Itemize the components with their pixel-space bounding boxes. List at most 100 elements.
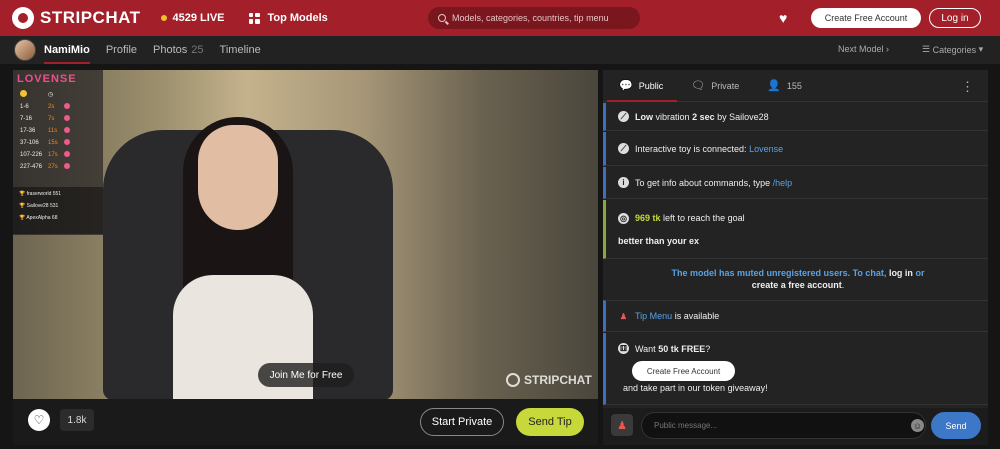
- login-button[interactable]: Log in: [929, 8, 981, 28]
- chat-message: ♟ Tip Menu is available: [603, 300, 988, 332]
- coin-icon: [20, 90, 27, 97]
- tab-private-label: Private: [711, 80, 740, 91]
- pulse-icon: [63, 163, 70, 169]
- user-icon: 👤: [767, 80, 781, 92]
- pulse-icon: [63, 151, 70, 157]
- logo-text: STRIPCHAT: [40, 8, 141, 27]
- chat-panel: 💬 Public 🗨 Private 👤 155 ⋮ ⟋ Low vibration …: [603, 70, 988, 445]
- chat-message: ⟋ Interactive toy is connected: Lovense: [603, 132, 988, 166]
- live-count[interactable]: 4529 LIVE: [160, 12, 225, 24]
- level-row: 1-6 2s: [17, 101, 79, 113]
- vibe-user[interactable]: Sailove28: [729, 112, 769, 122]
- start-private-button[interactable]: Start Private: [420, 408, 504, 436]
- lovense-title: LOVENSE: [17, 73, 77, 85]
- want-q: ?: [705, 343, 711, 354]
- help-text: To get info about commands, type: [635, 177, 771, 188]
- pulse-icon: [63, 115, 70, 121]
- favorites-heart-icon[interactable]: ♥: [779, 11, 787, 25]
- logo-icon: [12, 7, 34, 29]
- muted-end: .: [841, 280, 845, 290]
- favorite-heart-icon[interactable]: ♡: [28, 409, 50, 431]
- help-command-link[interactable]: /help: [773, 178, 793, 188]
- tip-menu-icon[interactable]: ♟: [611, 414, 633, 436]
- leader-row: 🏆 ApexAlpha 68: [19, 215, 58, 221]
- tab-profile[interactable]: Profile: [106, 36, 137, 64]
- tip-menu-icon: ♟: [619, 311, 628, 321]
- chat-input-placeholder: Public message...: [654, 421, 718, 430]
- next-model-label: Next Model: [838, 44, 884, 54]
- next-model-link[interactable]: Next Model ›: [838, 44, 889, 54]
- vibe-level: Low: [635, 111, 653, 122]
- categories-menu[interactable]: ☰ Categories ▾: [922, 44, 983, 55]
- join-for-free-button[interactable]: Join Me for Free: [258, 363, 354, 387]
- favorite-count: 1.8k: [60, 409, 94, 431]
- want-text: Want: [635, 343, 656, 354]
- watermark: STRIPCHAT: [506, 373, 592, 387]
- top-models-link[interactable]: Top Models: [248, 12, 328, 24]
- tab-private[interactable]: 🗨 Private: [691, 70, 751, 102]
- more-options-icon[interactable]: ⋮: [961, 79, 974, 95]
- toy-text: Interactive toy is connected:: [635, 143, 747, 154]
- stripchat-logo[interactable]: STRIPCHAT: [12, 7, 141, 29]
- tab-photos-label: Photos: [153, 44, 188, 56]
- leader-row: 🏆 fraserworld 551: [19, 191, 62, 197]
- tab-photos[interactable]: Photos 25: [153, 36, 204, 64]
- tip-menu-link[interactable]: Tip Menu: [635, 311, 672, 321]
- goal-tokens: 969 tk: [635, 213, 661, 223]
- goal-message: ◎ 969 tk left to reach the goal better th…: [603, 200, 988, 259]
- chat-message-input[interactable]: Public message...: [641, 412, 926, 439]
- users-count: 155: [786, 80, 802, 91]
- emoji-icon[interactable]: ☺: [911, 419, 924, 432]
- send-button[interactable]: Send: [931, 412, 981, 439]
- pulse-icon: [63, 103, 70, 109]
- goal-name: better than your ex: [618, 235, 700, 246]
- vibe-time: 2 sec: [692, 111, 715, 122]
- tab-model-name[interactable]: NamiMio: [44, 36, 90, 64]
- grid-icon: [248, 12, 260, 24]
- vibration-icon: ⟋: [618, 111, 629, 122]
- search-icon: [438, 14, 446, 22]
- create-account-button[interactable]: Create Free Account: [811, 8, 921, 28]
- vibe-by: by: [717, 111, 727, 122]
- level-row: 7-16 7s: [17, 113, 79, 125]
- lovense-link[interactable]: Lovense: [749, 144, 783, 154]
- tab-timeline[interactable]: Timeline: [220, 36, 261, 64]
- categories-label: Categories: [932, 44, 977, 55]
- photos-count: 25: [191, 44, 204, 56]
- muted-create-link[interactable]: create a free account: [752, 280, 842, 290]
- vibe-text: vibration: [655, 111, 690, 122]
- chat-input-row: ♟ Public message... ☺ Send: [603, 408, 988, 445]
- tip-menu-text: is available: [674, 311, 720, 321]
- pulse-icon: [63, 127, 70, 133]
- menu-icon: ☰: [922, 44, 933, 54]
- video-controls: ♡ 1.8k Start Private Send Tip: [13, 399, 598, 445]
- giveaway-create-account-button[interactable]: Create Free Account: [632, 361, 735, 381]
- model-avatar[interactable]: [14, 39, 36, 61]
- watermark-text: STRIPCHAT: [524, 373, 592, 387]
- private-chat-icon: 🗨: [691, 80, 706, 92]
- level-row: 37-106 15s: [17, 137, 79, 149]
- lovense-overlay: LOVENSE ◷ 1-6 2s 7-16 7s 17-36 11s 37-106 15…: [13, 70, 103, 235]
- goal-icon: ◎: [618, 212, 629, 224]
- tab-users[interactable]: 👤 155: [767, 70, 814, 102]
- caret-down-icon: ▾: [976, 44, 984, 54]
- leader-row: 🏆 Sailove28 531: [19, 203, 59, 209]
- toy-icon: ⟋: [618, 143, 629, 154]
- want-bold: 50 tk FREE: [658, 343, 706, 354]
- live-dot-icon: [160, 15, 167, 21]
- pulse-icon: [63, 139, 70, 145]
- level-row: 107-226 17s: [17, 149, 79, 161]
- video-player[interactable]: LOVENSE ◷ 1-6 2s 7-16 7s 17-36 11s 37-106 15…: [13, 70, 598, 399]
- live-count-label: 4529 LIVE: [172, 12, 225, 24]
- search-input[interactable]: Models, categories, countries, tip menu: [428, 7, 640, 29]
- tab-public[interactable]: 💬 Public: [606, 70, 678, 102]
- info-icon: i: [618, 177, 629, 188]
- muted-login-link[interactable]: log in: [889, 268, 913, 278]
- lovense-levels: ◷ 1-6 2s 7-16 7s 17-36 11s 37-106 15s 107-22…: [17, 88, 79, 173]
- chevron-right-icon: ›: [886, 44, 890, 54]
- chat-message: ⟋ Low vibration 2 sec by Sailove28: [603, 103, 988, 131]
- muted-notice: The model has muted unregistered users. …: [643, 267, 953, 291]
- send-tip-button[interactable]: Send Tip: [516, 408, 584, 436]
- muted-text: The model has muted unregistered users. …: [671, 268, 887, 278]
- model-video-image: [173, 117, 313, 399]
